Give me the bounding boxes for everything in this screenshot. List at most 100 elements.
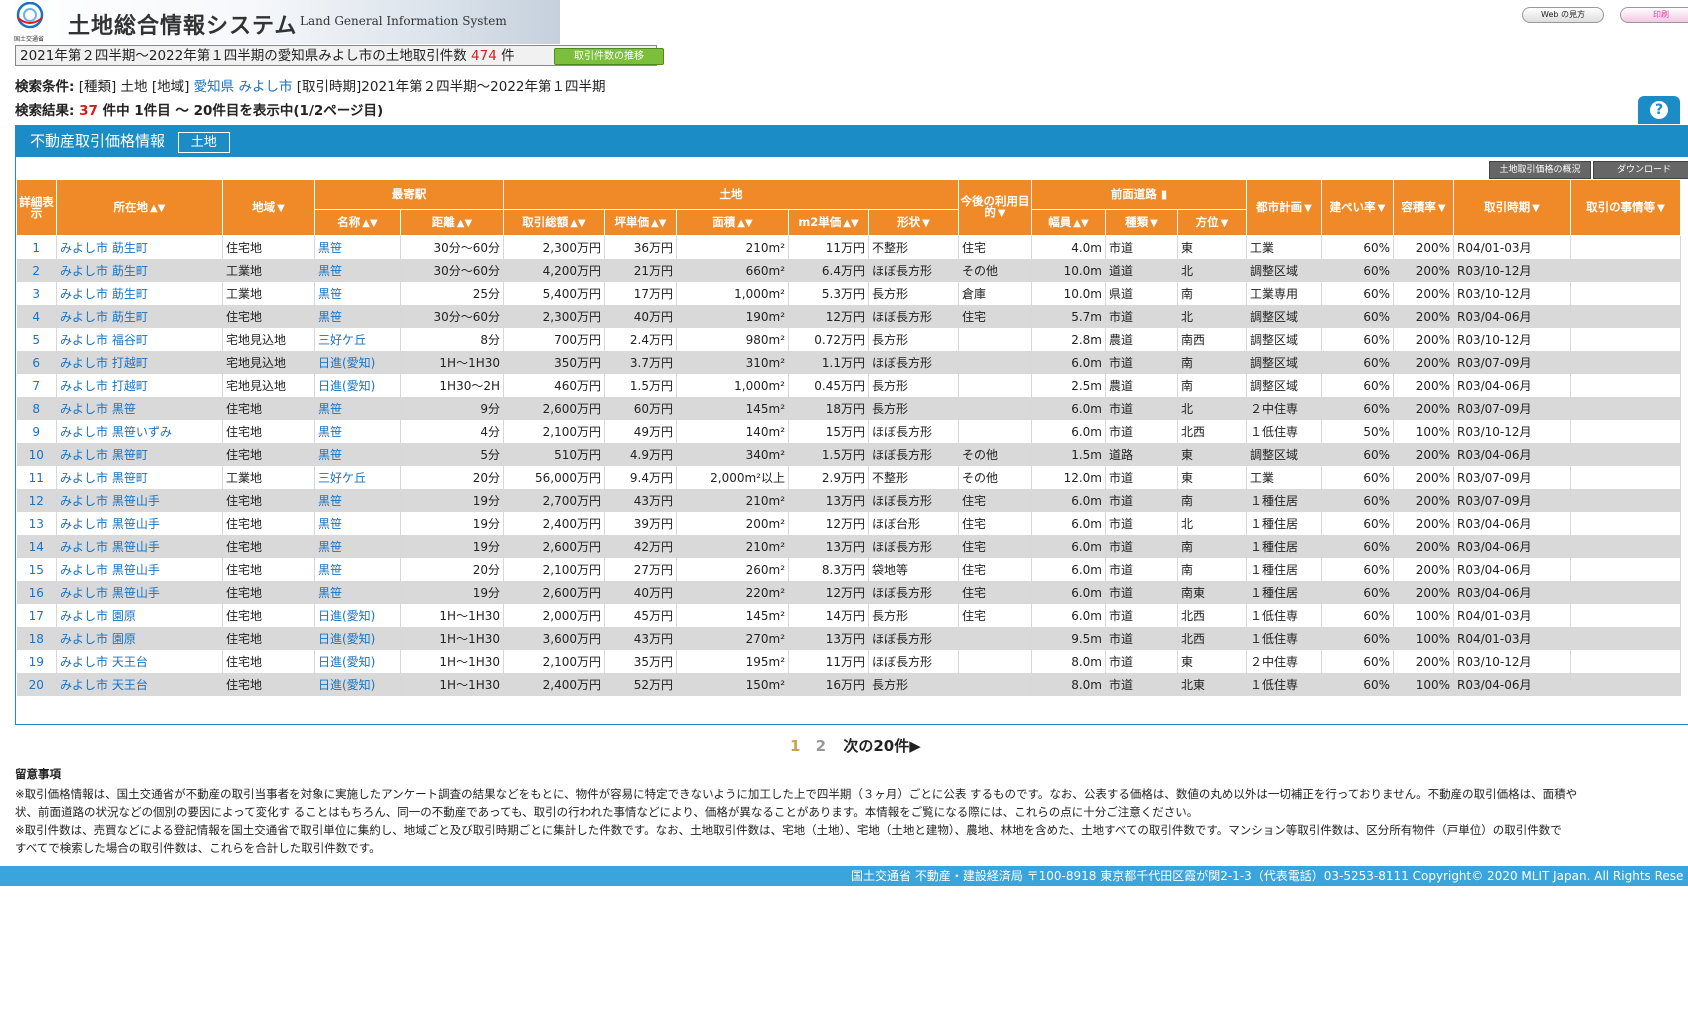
col-future-use[interactable]: 今後の利用目的 ▼: [958, 179, 1032, 236]
row-detail-link[interactable]: 17: [16, 604, 57, 627]
col-total[interactable]: 取引総額 ▲▼: [503, 209, 605, 236]
row-detail-link[interactable]: 5: [16, 328, 57, 351]
col-coverage[interactable]: 建ぺい率 ▼: [1321, 179, 1394, 236]
row-location-link[interactable]: みよし市 天王台: [56, 650, 223, 673]
row-location-link[interactable]: みよし市 園原: [56, 627, 223, 650]
row-station-link[interactable]: 日進(愛知): [314, 604, 401, 627]
col-period[interactable]: 取引時期 ▼: [1453, 179, 1571, 236]
row-detail-link[interactable]: 12: [16, 489, 57, 512]
row-location-link[interactable]: みよし市 黒笹町: [56, 443, 223, 466]
row-detail-link[interactable]: 9: [16, 420, 57, 443]
row-location-link[interactable]: みよし市 黒笹: [56, 397, 223, 420]
row-location-link[interactable]: みよし市 黒笹山手: [56, 581, 223, 604]
row-location-link[interactable]: みよし市 黒笹山手: [56, 535, 223, 558]
row-detail-link[interactable]: 18: [16, 627, 57, 650]
row-circumstances: [1570, 558, 1681, 581]
help-button[interactable]: ?: [1638, 96, 1680, 124]
row-location-link[interactable]: みよし市 莇生町: [56, 282, 223, 305]
row-location-link[interactable]: みよし市 天王台: [56, 673, 223, 696]
web-guide-button[interactable]: Web の見方: [1522, 7, 1604, 23]
row-station-link[interactable]: 三好ケ丘: [314, 328, 401, 351]
row-distance: 5分: [400, 443, 504, 466]
condition-city-link[interactable]: みよし市: [238, 79, 292, 95]
trend-button[interactable]: 取引件数の推移: [554, 48, 664, 65]
row-detail-link[interactable]: 8: [16, 397, 57, 420]
row-location-link[interactable]: みよし市 黒笹町: [56, 466, 223, 489]
row-coverage: 60%: [1321, 512, 1394, 535]
row-circumstances: [1570, 443, 1681, 466]
row-detail-link[interactable]: 11: [16, 466, 57, 489]
row-city-plan: 調整区域: [1246, 443, 1322, 466]
row-station-link[interactable]: 三好ケ丘: [314, 466, 401, 489]
row-location-link[interactable]: みよし市 黒笹山手: [56, 489, 223, 512]
row-location-link[interactable]: みよし市 黒笹山手: [56, 558, 223, 581]
row-period: R03/10-12月: [1453, 420, 1571, 443]
row-location-link[interactable]: みよし市 打越町: [56, 351, 223, 374]
col-shape[interactable]: 形状 ▼: [868, 209, 959, 236]
row-location-link[interactable]: みよし市 打越町: [56, 374, 223, 397]
row-location-link[interactable]: みよし市 莇生町: [56, 305, 223, 328]
overview-button[interactable]: 土地取引価格の概況: [1489, 161, 1591, 179]
col-city-plan[interactable]: 都市計画 ▼: [1246, 179, 1322, 236]
row-location-link[interactable]: みよし市 黒笹山手: [56, 512, 223, 535]
row-detail-link[interactable]: 10: [16, 443, 57, 466]
row-road-type: 市道: [1105, 397, 1178, 420]
row-station-link[interactable]: 日進(愛知): [314, 650, 401, 673]
col-direction[interactable]: 方位 ▼: [1177, 209, 1247, 236]
row-detail-link[interactable]: 6: [16, 351, 57, 374]
row-detail-link[interactable]: 13: [16, 512, 57, 535]
row-station-link[interactable]: 黒笹: [314, 535, 401, 558]
row-station-link[interactable]: 黒笹: [314, 397, 401, 420]
col-road-type[interactable]: 種類 ▼: [1105, 209, 1178, 236]
row-detail-link[interactable]: 4: [16, 305, 57, 328]
col-district[interactable]: 地域 ▼: [222, 179, 315, 236]
row-location-link[interactable]: みよし市 莇生町: [56, 259, 223, 282]
row-station-link[interactable]: 黒笹: [314, 489, 401, 512]
col-width[interactable]: 幅員 ▲▼: [1031, 209, 1106, 236]
row-station-link[interactable]: 黒笹: [314, 282, 401, 305]
row-station-link[interactable]: 黒笹: [314, 259, 401, 282]
col-area[interactable]: 面積 ▲▼: [676, 209, 789, 236]
col-distance[interactable]: 距離 ▲▼: [400, 209, 504, 236]
col-m2price[interactable]: m2単価 ▲▼: [788, 209, 869, 236]
row-station-link[interactable]: 黒笹: [314, 420, 401, 443]
row-width: 10.0m: [1031, 259, 1106, 282]
row-station-link[interactable]: 日進(愛知): [314, 627, 401, 650]
row-location-link[interactable]: みよし市 黒笹いずみ: [56, 420, 223, 443]
row-detail-link[interactable]: 14: [16, 535, 57, 558]
col-far[interactable]: 容積率 ▼: [1393, 179, 1454, 236]
col-location[interactable]: 所在地 ▲▼: [56, 179, 223, 236]
col-circumstances[interactable]: 取引の事情等 ▼: [1570, 179, 1681, 236]
row-detail-link[interactable]: 1: [16, 235, 57, 259]
row-detail-link[interactable]: 3: [16, 282, 57, 305]
row-station-link[interactable]: 黒笹: [314, 512, 401, 535]
row-location-link[interactable]: みよし市 園原: [56, 604, 223, 627]
table-row: 8 みよし市 黒笹 住宅地 黒笹 9分 2,600万円 60万円 145m² 18万円 長方形 6.…: [16, 397, 1681, 420]
row-detail-link[interactable]: 2: [16, 259, 57, 282]
row-station-link[interactable]: 黒笹: [314, 558, 401, 581]
row-station-link[interactable]: 日進(愛知): [314, 374, 401, 397]
row-station-link[interactable]: 黒笹: [314, 443, 401, 466]
col-station-name[interactable]: 名称 ▲▼: [314, 209, 401, 236]
row-detail-link[interactable]: 20: [16, 673, 57, 696]
col-tsubo[interactable]: 坪単価 ▲▼: [604, 209, 677, 236]
condition-pref-link[interactable]: 愛知県: [194, 79, 235, 95]
row-detail-link[interactable]: 16: [16, 581, 57, 604]
row-detail-link[interactable]: 19: [16, 650, 57, 673]
row-station-link[interactable]: 黒笹: [314, 305, 401, 328]
row-station-link[interactable]: 黒笹: [314, 581, 401, 604]
row-detail-link[interactable]: 15: [16, 558, 57, 581]
row-location-link[interactable]: みよし市 福谷町: [56, 328, 223, 351]
page-2-link[interactable]: 2: [816, 737, 826, 755]
row-period: R03/04-06月: [1453, 512, 1571, 535]
row-location-link[interactable]: みよし市 莇生町: [56, 235, 223, 259]
row-station-link[interactable]: 日進(愛知): [314, 673, 401, 696]
row-station-link[interactable]: 黒笹: [314, 235, 401, 259]
chart-icon[interactable]: ▮: [1161, 187, 1167, 201]
row-m2price: 6.4万円: [788, 259, 869, 282]
row-station-link[interactable]: 日進(愛知): [314, 351, 401, 374]
download-button[interactable]: ダウンロード: [1593, 161, 1688, 179]
print-button[interactable]: 印刷: [1620, 7, 1688, 23]
row-detail-link[interactable]: 7: [16, 374, 57, 397]
next-page-link[interactable]: 次の20件▶: [843, 737, 920, 755]
